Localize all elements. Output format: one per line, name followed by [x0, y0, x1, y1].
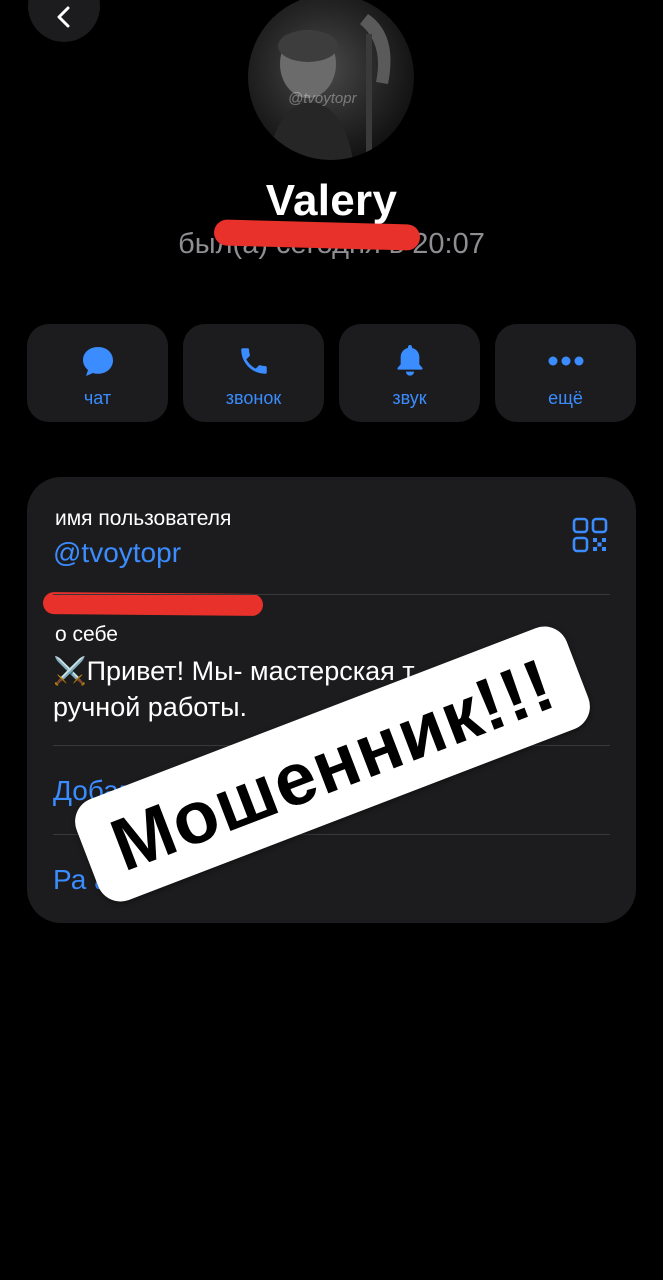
call-label: звонок [225, 388, 282, 408]
bio-caption: о себе [55, 623, 118, 646]
username-link[interactable]: @tvoytopr [53, 537, 181, 569]
phone-icon [240, 348, 267, 374]
more-label: ещё [548, 388, 583, 408]
username-caption: имя пользователя [55, 507, 232, 530]
chat-button[interactable]: чат [27, 324, 168, 422]
redaction-mark [213, 219, 421, 251]
chat-bubble-icon [82, 347, 113, 376]
sound-label: звук [392, 388, 427, 408]
chevron-left-icon [57, 6, 70, 28]
back-button[interactable] [28, 0, 100, 42]
redaction-mark [42, 592, 264, 616]
divider [53, 594, 610, 595]
qr-code-button[interactable] [572, 517, 608, 558]
avatar-watermark: @tvoytopr [288, 90, 357, 107]
action-buttons: чат звонок звук ещё [27, 324, 636, 422]
sound-button[interactable]: звук [339, 324, 480, 422]
chat-label: чат [83, 388, 112, 408]
more-dots-icon [548, 356, 583, 366]
call-button[interactable]: звонок [183, 324, 324, 422]
bell-icon [396, 345, 423, 376]
avatar[interactable]: @tvoytopr [248, 0, 414, 160]
avatar-photo [268, 14, 391, 160]
qr-code-icon [572, 517, 608, 553]
contact-name: Valery [265, 176, 398, 225]
more-button[interactable]: ещё [495, 324, 636, 422]
